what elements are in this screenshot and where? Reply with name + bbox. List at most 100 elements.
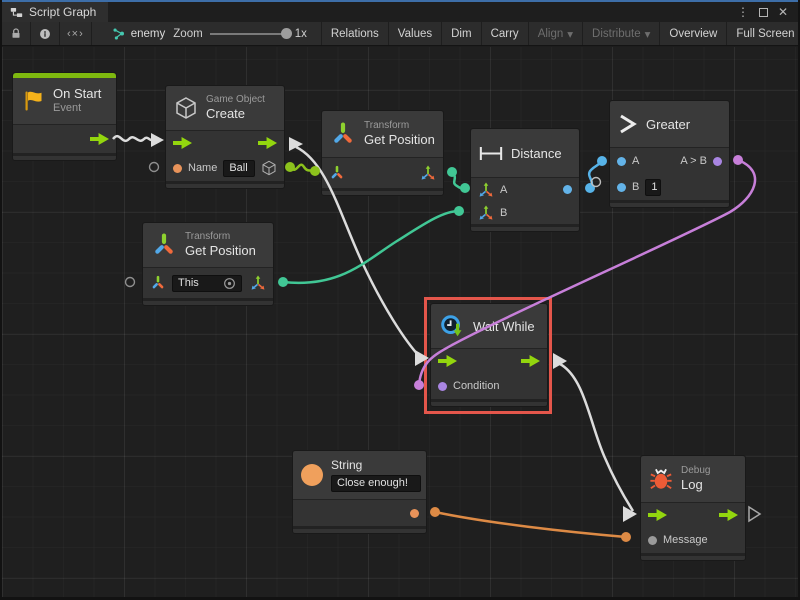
- distribute-dropdown[interactable]: Distribute ▾: [583, 22, 660, 45]
- maximize-button[interactable]: [759, 8, 768, 17]
- chevron-down-icon: ▾: [567, 27, 573, 41]
- node-debug-log[interactable]: Debug Log Message: [640, 455, 746, 561]
- vector3-input-port-b[interactable]: [478, 205, 494, 221]
- node-footer: [166, 181, 284, 188]
- node-on-start-event[interactable]: On Start Event: [12, 72, 117, 161]
- cube-icon: [174, 96, 198, 120]
- string-icon: [301, 464, 323, 486]
- vector3-output-port[interactable]: [250, 275, 266, 291]
- node-get-position-2[interactable]: Transform Get Position This: [142, 222, 274, 306]
- graph-name: enemy: [131, 28, 166, 40]
- full-screen-button[interactable]: Full Screen: [727, 22, 800, 45]
- overview-button[interactable]: Overview: [660, 22, 727, 45]
- info-button[interactable]: [31, 22, 60, 45]
- input-port-b[interactable]: [617, 183, 626, 192]
- node-get-position-1[interactable]: Transform Get Position: [321, 110, 444, 196]
- node-string-literal[interactable]: String Close enough!: [292, 450, 427, 534]
- align-dropdown[interactable]: Align ▾: [529, 22, 583, 45]
- script-graph-window: Script Graph ⋮ ✕ ‹×› enemy Zoom: [0, 0, 800, 600]
- vector3-input-port-a[interactable]: [478, 182, 494, 198]
- button-label: Carry: [491, 28, 519, 40]
- input-port-a[interactable]: [617, 157, 626, 166]
- flow-output-port[interactable]: [90, 133, 109, 145]
- node-title: Greater: [646, 117, 690, 132]
- node-greater[interactable]: Greater A A > B B 1: [609, 100, 730, 208]
- port-label: A: [500, 184, 507, 196]
- transform-input-port[interactable]: [329, 165, 345, 181]
- node-category: Transform: [185, 231, 256, 244]
- bug-icon: [649, 467, 673, 491]
- close-button[interactable]: ✕: [778, 6, 788, 18]
- zoom-slider-handle[interactable]: [281, 28, 292, 39]
- node-category: Transform: [364, 120, 435, 133]
- tab-bar: Script Graph ⋮ ✕: [2, 2, 798, 22]
- node-wait-while[interactable]: Wait While Condition: [430, 303, 548, 407]
- b-value-field[interactable]: 1: [645, 179, 661, 196]
- port-label: A: [632, 155, 639, 167]
- window-menu-button[interactable]: ⋮: [737, 6, 749, 18]
- node-category: Game Object: [206, 94, 265, 107]
- button-label: Full Screen: [736, 28, 794, 40]
- dim-button[interactable]: Dim: [442, 22, 481, 45]
- port-label: Message: [663, 534, 708, 546]
- lock-button[interactable]: [2, 22, 31, 45]
- game-object-output-port[interactable]: [261, 160, 277, 176]
- tab-script-graph[interactable]: Script Graph: [2, 2, 108, 22]
- string-value-field[interactable]: Close enough!: [331, 475, 421, 492]
- string-output-port[interactable]: [410, 509, 419, 518]
- result-output-port[interactable]: [713, 157, 722, 166]
- zoom-label: Zoom: [173, 28, 202, 40]
- node-title: Log: [681, 477, 710, 493]
- toolbar-middle: enemy Zoom 1x: [92, 22, 322, 45]
- node-title: Distance: [511, 146, 562, 161]
- node-footer: [431, 399, 547, 406]
- greater-than-icon: [618, 113, 638, 135]
- carry-button[interactable]: Carry: [482, 22, 529, 45]
- flow-output-port[interactable]: [521, 355, 540, 367]
- info-icon: [38, 27, 52, 41]
- port-label: B: [632, 181, 639, 193]
- condition-input-port[interactable]: [438, 382, 447, 391]
- flow-input-port[interactable]: [173, 137, 192, 149]
- distance-output-port[interactable]: [563, 185, 572, 194]
- code-view-button[interactable]: ‹×›: [60, 22, 92, 45]
- name-value-field[interactable]: Ball: [223, 160, 255, 177]
- vector3-output-port[interactable]: [420, 165, 436, 181]
- node-title: Get Position: [185, 243, 256, 259]
- node-distance[interactable]: Distance A B: [470, 128, 580, 232]
- node-footer: [143, 298, 273, 305]
- transform-input-port[interactable]: [150, 275, 166, 291]
- relations-button[interactable]: Relations: [322, 22, 389, 45]
- node-category: Debug: [681, 465, 710, 478]
- graph-icon: [112, 27, 126, 41]
- node-title: String: [331, 458, 421, 473]
- node-title: Create: [206, 106, 265, 122]
- transform-icon: [151, 232, 177, 258]
- values-button[interactable]: Values: [389, 22, 442, 45]
- wait-clock-icon: [439, 313, 465, 339]
- button-label: Overview: [669, 28, 717, 40]
- flow-input-port[interactable]: [438, 355, 457, 367]
- script-graph-icon: [10, 6, 23, 19]
- object-picker-icon[interactable]: [223, 277, 236, 290]
- node-create-game-object[interactable]: Game Object Create Name Ball: [165, 85, 285, 189]
- message-input-port[interactable]: [648, 536, 657, 545]
- button-label: Values: [398, 28, 432, 40]
- node-title: Wait While: [473, 319, 535, 334]
- node-footer: [293, 526, 426, 533]
- flow-input-port[interactable]: [648, 509, 667, 521]
- node-footer: [13, 153, 116, 160]
- flow-output-port[interactable]: [719, 509, 738, 521]
- node-title: Get Position: [364, 132, 435, 148]
- distance-icon: [479, 146, 503, 161]
- node-title: On Start: [53, 86, 101, 102]
- name-input-port[interactable]: [173, 164, 182, 173]
- target-value-field[interactable]: This: [172, 275, 242, 292]
- flow-output-port[interactable]: [258, 137, 277, 149]
- button-label: Dim: [451, 28, 471, 40]
- port-label: Condition: [453, 380, 499, 392]
- graph-breadcrumb[interactable]: enemy: [112, 27, 166, 41]
- zoom-slider[interactable]: [210, 33, 288, 35]
- node-footer: [610, 200, 729, 207]
- button-label: Distribute: [592, 28, 641, 40]
